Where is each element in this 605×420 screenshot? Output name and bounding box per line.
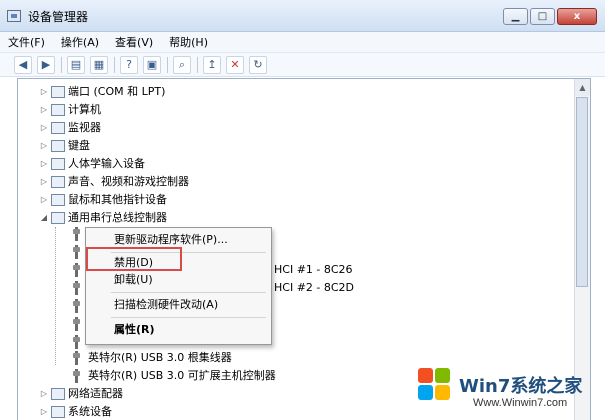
keyboard-icon xyxy=(51,140,65,152)
forward-arrow-icon[interactable]: ▶ xyxy=(37,55,55,74)
menu-file[interactable]: 文件(F) xyxy=(0,34,53,50)
properties-icon[interactable]: ▤ xyxy=(67,55,85,74)
collapsed-arrow-icon[interactable]: ▷ xyxy=(40,83,48,101)
usb-icon xyxy=(72,263,81,277)
collapsed-arrow-icon[interactable]: ▷ xyxy=(40,191,48,209)
monitor-icon xyxy=(51,122,65,134)
tree-item-label: 人体学输入设备 xyxy=(68,157,145,170)
menu-action[interactable]: 操作(A) xyxy=(53,34,107,50)
small-view-icon[interactable]: ▣ xyxy=(143,55,161,74)
usb-hci-1-label[interactable]: HCI #1 - 8C26 xyxy=(274,263,353,276)
speaker-icon xyxy=(51,176,65,188)
windows-flag-icon xyxy=(418,368,452,402)
toolbar-separator xyxy=(61,56,62,73)
back-arrow-icon[interactable]: ◀ xyxy=(14,55,32,74)
hid-icon xyxy=(51,158,65,170)
network-icon xyxy=(51,388,65,400)
collapsed-arrow-icon[interactable]: ▷ xyxy=(40,155,48,173)
tree-item-label: 网络适配器 xyxy=(68,387,123,400)
toolbar-separator xyxy=(197,56,198,73)
watermark-brand: Win7系统之家 xyxy=(459,376,583,397)
usb-icon xyxy=(72,227,81,241)
collapsed-arrow-icon[interactable]: ▷ xyxy=(40,101,48,119)
update-driver-icon[interactable]: ↥ xyxy=(203,55,221,74)
device-manager-window: 设备管理器 ▁ □ x 文件(F) 操作(A) 查看(V) 帮助(H) ◀ ▶ … xyxy=(0,0,605,420)
menu-separator xyxy=(111,292,266,293)
computer-icon xyxy=(51,104,65,116)
tree-item-label: 英特尔(R) USB 3.0 可扩展主机控制器 xyxy=(88,369,276,382)
uninstall-menu-item[interactable]: 卸载(U) xyxy=(114,270,153,290)
usb-icon xyxy=(72,335,81,349)
mouse-icon xyxy=(51,194,65,206)
tree-item-label: 端口 (COM 和 LPT) xyxy=(68,85,166,98)
collapsed-arrow-icon[interactable]: ▷ xyxy=(40,173,48,191)
usb-icon xyxy=(72,245,81,259)
menu-separator xyxy=(111,317,266,318)
usb-icon xyxy=(72,299,81,313)
toolbar-separator xyxy=(167,56,168,73)
toolbar-separator xyxy=(114,56,115,73)
maximize-button[interactable]: □ xyxy=(530,8,555,25)
scan-hardware-icon[interactable]: ⌕ xyxy=(173,55,191,74)
menu-view[interactable]: 查看(V) xyxy=(107,34,161,50)
scroll-thumb[interactable] xyxy=(576,97,588,287)
tree-dotted-line xyxy=(55,227,56,365)
tree-item-label: 键盘 xyxy=(68,139,90,152)
menu-bar: 文件(F) 操作(A) 查看(V) 帮助(H) xyxy=(0,32,605,53)
usb-icon xyxy=(72,351,81,365)
tree-item-label: 通用串行总线控制器 xyxy=(68,211,167,224)
disable-highlight-box xyxy=(86,247,182,271)
usb-icon xyxy=(72,281,81,295)
details-view-icon[interactable]: ▦ xyxy=(90,55,108,74)
expanded-arrow-icon[interactable]: ◢ xyxy=(40,209,48,227)
properties-menu-item[interactable]: 属性(R) xyxy=(114,320,155,340)
tree-item-label: 声音、视频和游戏控制器 xyxy=(68,175,189,188)
menu-help[interactable]: 帮助(H) xyxy=(161,34,216,50)
tree-item-label: 系统设备 xyxy=(68,405,112,418)
window-title: 设备管理器 xyxy=(28,10,89,24)
context-menu: 更新驱动程序软件(P)... 禁用(D) 卸载(U) 扫描检测硬件改动(A) 属… xyxy=(85,227,272,345)
device-manager-app-icon xyxy=(7,10,21,22)
collapsed-arrow-icon[interactable]: ▷ xyxy=(40,385,48,403)
scroll-up-arrow-icon[interactable]: ▲ xyxy=(575,79,590,96)
tree-item-label: 英特尔(R) USB 3.0 根集线器 xyxy=(88,351,232,364)
system-device-icon xyxy=(51,406,65,418)
close-button[interactable]: x xyxy=(557,8,597,25)
scan-hardware-menu-item[interactable]: 扫描检测硬件改动(A) xyxy=(114,295,218,315)
watermark-logo: Win7系统之家 Www.Winwin7.com xyxy=(415,364,605,420)
minimize-button[interactable]: ▁ xyxy=(503,8,528,25)
disable-device-icon[interactable]: ↻ xyxy=(249,55,267,74)
tree-item-label: 计算机 xyxy=(68,103,101,116)
uninstall-x-icon[interactable]: ✕ xyxy=(226,55,244,74)
window-controls: ▁ □ x xyxy=(501,8,597,25)
port-icon xyxy=(51,86,65,98)
tree-item-label: 监视器 xyxy=(68,121,101,134)
title-bar[interactable]: 设备管理器 ▁ □ x xyxy=(0,0,605,32)
toolbar: ◀ ▶ ▤ ▦ ? ▣ ⌕ ↥ ✕ ↻ xyxy=(0,53,605,77)
watermark-url: Www.Winwin7.com xyxy=(473,397,568,409)
usb-icon xyxy=(72,317,81,331)
usb-hci-2-label[interactable]: HCI #2 - 8C2D xyxy=(274,281,354,294)
tree-item-label: 鼠标和其他指针设备 xyxy=(68,193,167,206)
usb-icon xyxy=(72,369,81,383)
collapsed-arrow-icon[interactable]: ▷ xyxy=(40,137,48,155)
usb-icon xyxy=(51,212,65,224)
collapsed-arrow-icon[interactable]: ▷ xyxy=(40,403,48,420)
collapsed-arrow-icon[interactable]: ▷ xyxy=(40,119,48,137)
help-question-icon[interactable]: ? xyxy=(120,55,138,74)
